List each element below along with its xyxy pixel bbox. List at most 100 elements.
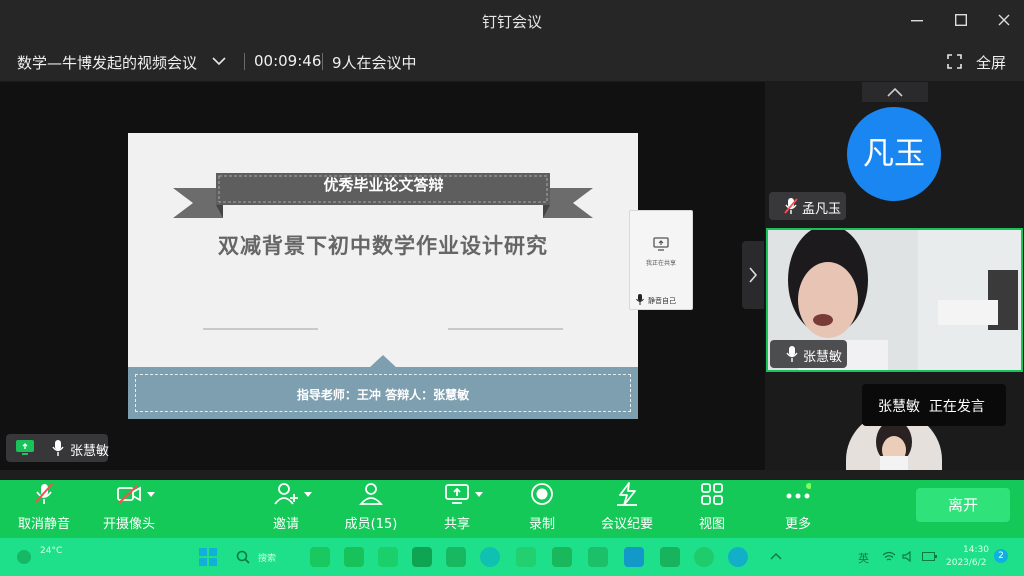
microphone-icon <box>636 294 644 305</box>
dingtalk-meeting-window: 钉钉会议 数学—牛博发起的视频会议 00:09:46 9人在会议中 全屏 优秀毕… <box>0 0 1024 576</box>
taskbar-app-10[interactable] <box>694 547 714 567</box>
participants-count[interactable]: 9人在会议中 <box>332 52 417 73</box>
slide-ribbon-title: 优秀毕业论文答辩 <box>323 176 444 194</box>
battery-icon[interactable] <box>922 552 937 561</box>
record-button[interactable]: 录制 <box>528 480 556 538</box>
slide-main-title: 双减背景下初中数学作业设计研究 <box>218 234 548 258</box>
taskbar-dingtalk[interactable] <box>728 547 748 567</box>
microphone-muted-icon <box>784 198 798 214</box>
slide-footer: 指导老师：王冲 答辩人：张慧敏 <box>128 367 638 419</box>
chevron-up-icon[interactable] <box>770 552 782 560</box>
taskbar-app-3[interactable] <box>378 547 398 567</box>
meeting-name[interactable]: 数学—牛博发起的视频会议 <box>17 52 197 73</box>
taskbar-app-9[interactable] <box>660 547 680 567</box>
toolbar-item-label: 更多 <box>784 517 811 532</box>
shared-screen-stage: 优秀毕业论文答辩 双减背景下初中数学作业设计研究 指导老师：王冲 答辩人：张慧敏… <box>0 82 765 470</box>
toolbar-item-label: 开摄像头 <box>102 517 155 532</box>
presenter-name: 张慧敏 <box>70 444 110 459</box>
view-button[interactable]: 视图 <box>698 480 726 538</box>
taskbar-edge-browser[interactable] <box>480 547 500 567</box>
toolbar-item-label: 视图 <box>698 517 725 532</box>
microphone-icon <box>52 440 64 456</box>
chevron-down-icon[interactable] <box>147 492 155 498</box>
speaking-name: 张慧敏 <box>878 399 920 415</box>
taskbar-app-6[interactable] <box>552 547 572 567</box>
members-icon <box>359 483 383 505</box>
windows-start-icon <box>199 548 217 566</box>
invite-button[interactable]: 邀请 <box>272 480 312 538</box>
chevron-down-icon[interactable] <box>212 56 226 66</box>
clock-time[interactable]: 14:30 <box>963 545 989 555</box>
toolbar-item-label: 共享 <box>443 517 470 532</box>
members-button[interactable]: 成员(15) <box>345 480 397 538</box>
search-icon[interactable] <box>236 550 250 564</box>
taskbar-search[interactable]: 搜索 <box>258 551 276 564</box>
participant-name: 孟凡玉 <box>802 202 842 217</box>
taskbar-app-8[interactable] <box>624 547 644 567</box>
taskbar-app-5[interactable] <box>516 547 536 567</box>
camera-button[interactable]: 开摄像头 <box>103 480 155 538</box>
sharing-status-text: 我正在共享 <box>645 260 676 267</box>
participant-video-tile[interactable]: 张慧敏 <box>766 228 1023 372</box>
meeting-info-bar: 数学—牛博发起的视频会议 00:09:46 9人在会议中 全屏 <box>0 40 1024 82</box>
meeting-minutes-button[interactable]: 会议纪要 <box>601 480 653 538</box>
taskbar-app-4[interactable] <box>412 547 432 567</box>
scroll-up-button[interactable] <box>862 82 928 102</box>
screen-share-mini-panel[interactable]: 我正在共享 静音自己 <box>629 210 693 310</box>
share-button[interactable]: 共享 <box>443 480 483 538</box>
slide-footer-text: 指导老师：王冲 答辩人：张慧敏 <box>296 388 470 402</box>
speaking-status: 正在发言 <box>928 399 985 415</box>
clock-date[interactable]: 2023/6/2 <box>946 558 986 568</box>
toolbar-item-label: 录制 <box>528 517 555 532</box>
toolbar-item-label: 会议纪要 <box>600 517 653 532</box>
leave-meeting-button[interactable]: 离开 <box>916 488 1010 522</box>
weather-temperature[interactable]: 24°C <box>40 546 62 556</box>
os-taskbar: 24°C 搜索 英 14:30 2023/6/2 2 <box>0 538 1024 576</box>
window-title: 钉钉会议 <box>481 13 542 31</box>
fullscreen-icon[interactable] <box>947 54 962 69</box>
speaking-indicator: 张慧敏 正在发言 <box>862 384 1006 426</box>
close-button[interactable] <box>991 8 1017 32</box>
start-button[interactable] <box>198 547 218 567</box>
minutes-icon <box>617 482 637 506</box>
title-bar: 钉钉会议 <box>0 0 1024 40</box>
maximize-icon <box>954 13 968 27</box>
meeting-elapsed-time: 00:09:46 <box>254 52 322 70</box>
volume-icon[interactable] <box>902 551 915 562</box>
fullscreen-button[interactable]: 全屏 <box>976 52 1006 73</box>
chevron-right-icon <box>749 267 758 283</box>
weather-icon[interactable] <box>16 549 32 565</box>
more-button[interactable]: 更多 <box>784 480 812 538</box>
taskbar-app-7[interactable] <box>588 547 608 567</box>
taskbar-file-explorer[interactable] <box>446 547 466 567</box>
microphone-icon <box>35 483 53 504</box>
minimize-icon <box>911 20 923 22</box>
taskbar-app-1[interactable] <box>310 547 330 567</box>
toolbar-item-label: 取消静音 <box>17 517 70 532</box>
maximize-button[interactable] <box>948 8 974 32</box>
video-name-chip: 张慧敏 <box>770 340 847 368</box>
chevron-down-icon[interactable] <box>475 492 483 498</box>
presentation-slide: 优秀毕业论文答辩 双减背景下初中数学作业设计研究 指导老师：王冲 答辩人：张慧敏 <box>128 133 638 419</box>
taskbar-app-2[interactable] <box>344 547 364 567</box>
unmute-button[interactable]: 取消静音 <box>18 480 70 538</box>
screen-share-status-icon <box>16 440 34 455</box>
participant-avatar[interactable]: 凡玉 <box>847 107 941 201</box>
record-icon <box>531 483 553 505</box>
more-icon <box>786 483 811 499</box>
wifi-icon[interactable] <box>882 551 896 562</box>
presenter-name-chip: 张慧敏 <box>6 434 110 462</box>
close-icon <box>998 14 1010 26</box>
share-screen-icon <box>653 237 669 251</box>
expand-panel-button[interactable] <box>742 241 764 309</box>
speaking-indicator-text: 张慧敏 正在发言 <box>878 396 985 416</box>
mute-self-button[interactable]: 静音自己 <box>648 296 676 306</box>
chevron-down-icon[interactable] <box>304 492 312 498</box>
add-user-icon <box>274 483 298 505</box>
notification-badge[interactable]: 2 <box>994 549 1008 563</box>
divider <box>244 53 245 70</box>
ime-indicator[interactable]: 英 <box>858 550 869 566</box>
meeting-toolbar: 取消静音 开摄像头 邀请 成员(15) 共享 录制 会议纪要 视图 更多 <box>0 480 1024 538</box>
minimize-button[interactable] <box>904 8 930 32</box>
slide-divider-line <box>448 328 563 330</box>
